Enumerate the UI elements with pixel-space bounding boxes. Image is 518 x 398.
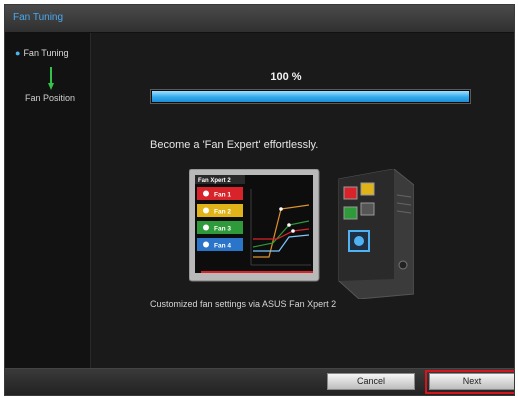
screen-underline [201,271,313,273]
fan-tuning-window: Fan Tuning ● Fan Tuning Fan Position 100 … [4,4,515,396]
fan-button-1-label: Fan 1 [214,192,231,199]
fan-icon [203,207,209,214]
step-bullet-icon: ● [15,48,21,58]
sidebar-step-next-label: Fan Position [24,93,76,103]
progress-bar [150,89,471,104]
fan-icon [203,190,209,197]
sidebar-step-current-label: Fan Tuning [23,48,69,58]
main-panel: 100 % Become a 'Fan Expert' effortlessly… [91,33,514,369]
cancel-button[interactable]: Cancel [327,373,415,390]
headline-text: Become a 'Fan Expert' effortlessly. [150,139,319,151]
fan-button-3-label: Fan 3 [214,226,231,233]
fan-button-2-label: Fan 2 [214,209,231,216]
fan-button-4-label: Fan 4 [214,243,231,250]
fan-icon [203,241,209,248]
sidebar-step-current: ● Fan Tuning [15,48,87,62]
pc-case-graphic [338,169,414,299]
progress-percent-text: 100 % [270,71,302,83]
panel-title: Fan Xpert 2 [198,178,231,184]
steps-sidebar: ● Fan Tuning Fan Position [5,33,91,369]
bottom-bar: Cancel Next [5,368,514,395]
caption-text: Customized fan settings via ASUS Fan Xpe… [150,299,337,309]
fan-icon [203,224,209,231]
next-button[interactable]: Next [429,373,514,390]
fan-xpert-illustration: Fan Xpert 2 Fan 1 Fan 2 Fan 3 Fan 4 [189,169,414,299]
progress-bar-fill [152,91,469,102]
title-bar: Fan Tuning [5,5,514,33]
down-arrow-icon [48,67,54,90]
window-title: Fan Tuning [13,12,64,23]
